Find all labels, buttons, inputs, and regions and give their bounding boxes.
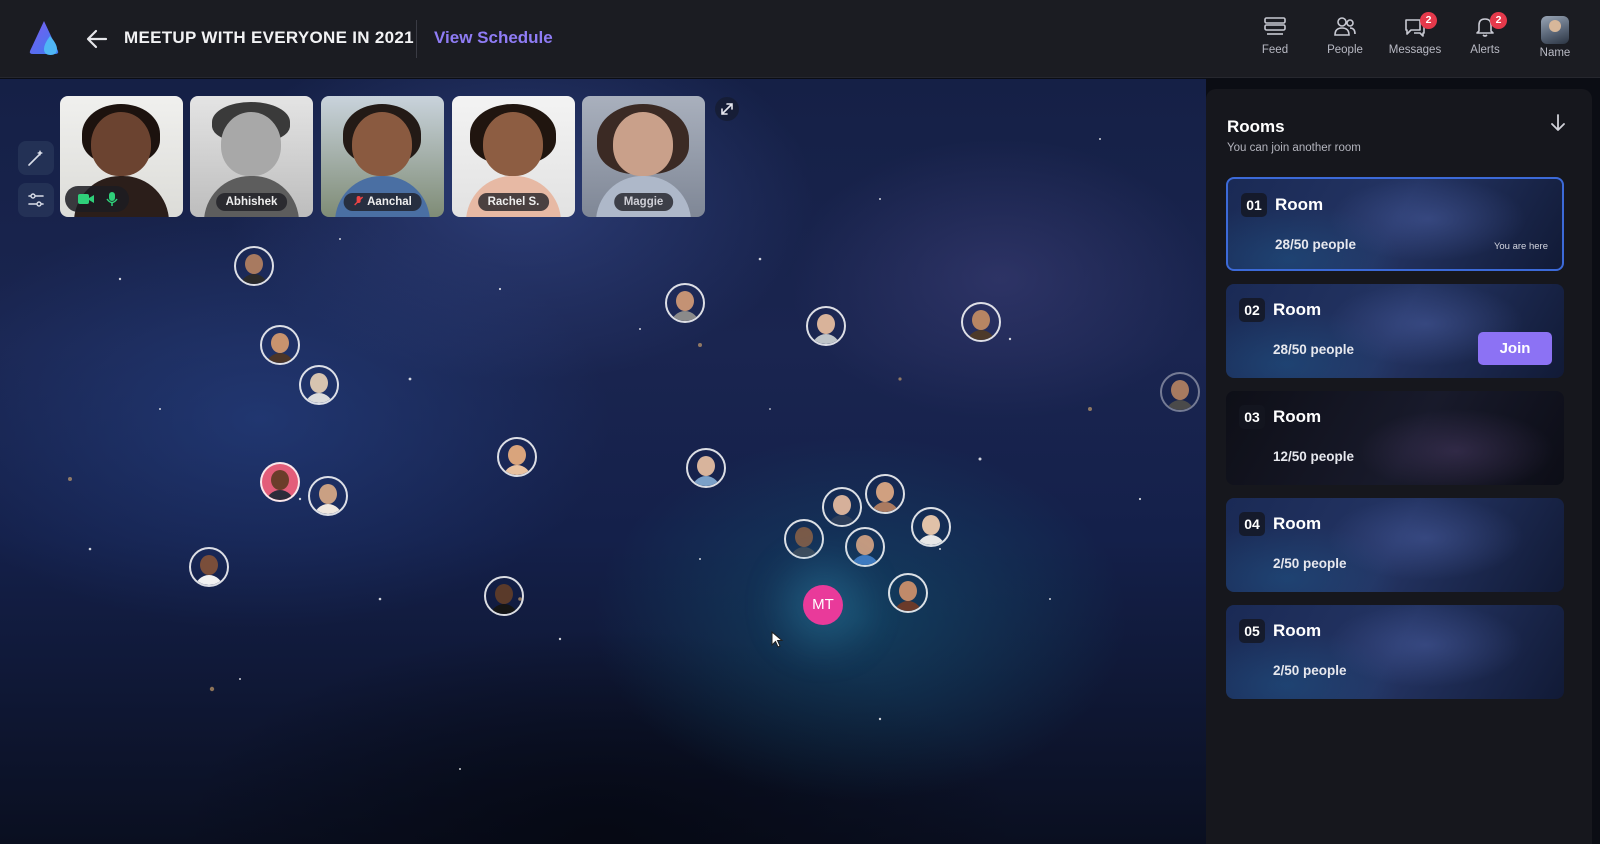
participant-name-muted: Aanchal xyxy=(343,193,422,211)
side-toolbar xyxy=(18,141,54,225)
video-camera-icon[interactable] xyxy=(77,192,95,206)
participant-avatar[interactable] xyxy=(308,476,348,516)
participant-avatar[interactable] xyxy=(686,448,726,488)
nav-feed-label: Feed xyxy=(1261,44,1289,56)
microphone-icon[interactable] xyxy=(105,191,118,207)
panel-subtitle: You can join another room xyxy=(1227,142,1361,154)
participant-name: Rachel S. xyxy=(477,193,550,211)
participant-name: Aanchal xyxy=(367,196,412,208)
participant-avatar[interactable] xyxy=(484,576,524,616)
participant-avatar[interactable] xyxy=(845,527,885,567)
room-name: Room xyxy=(1273,300,1322,319)
nav-alerts[interactable]: 2 Alerts xyxy=(1450,12,1520,66)
nav-messages[interactable]: 2 Messages xyxy=(1380,12,1450,66)
nav-profile[interactable]: Name xyxy=(1520,16,1590,66)
room-number: 03 xyxy=(1239,405,1265,429)
nav-messages-label: Messages xyxy=(1388,44,1442,56)
media-controls xyxy=(65,186,129,212)
participant-avatar[interactable] xyxy=(911,507,951,547)
expand-icon[interactable] xyxy=(714,96,740,122)
join-button[interactable]: Join xyxy=(1478,332,1552,365)
room-number: 01 xyxy=(1241,193,1267,217)
video-tile-aanchal[interactable]: Aanchal xyxy=(321,96,444,217)
room-card-03[interactable]: 03 Room 12/50 people xyxy=(1226,391,1564,485)
my-avatar[interactable]: MT xyxy=(803,585,843,625)
messages-badge: 2 xyxy=(1420,12,1437,29)
room-status: You are here xyxy=(1493,241,1548,252)
participant-avatar[interactable] xyxy=(1160,372,1200,412)
panel-title: Rooms xyxy=(1227,117,1285,136)
settings-button[interactable] xyxy=(18,183,54,217)
room-count: 12/50 people xyxy=(1273,449,1355,464)
room-name: Room xyxy=(1273,407,1322,426)
video-tile-maggie[interactable]: Maggie xyxy=(582,96,705,217)
alerts-badge: 2 xyxy=(1490,12,1507,29)
participant-avatar[interactable] xyxy=(260,325,300,365)
room-card-01[interactable]: 01 Room 28/50 people You are here xyxy=(1226,177,1564,271)
nav-alerts-label: Alerts xyxy=(1470,44,1500,56)
effects-button[interactable] xyxy=(18,141,54,175)
event-title: MEETUP WITH EVERYONE IN 2021 xyxy=(124,28,414,47)
sliders-icon xyxy=(28,193,44,207)
mic-muted-icon xyxy=(353,196,363,206)
participant-avatar[interactable] xyxy=(961,302,1001,342)
room-name: Room xyxy=(1273,514,1322,533)
participant-avatar[interactable] xyxy=(888,573,928,613)
participant-name: Abhishek xyxy=(215,193,288,211)
participant-avatar[interactable] xyxy=(822,487,862,527)
magic-wand-icon xyxy=(28,150,43,166)
room-number: 02 xyxy=(1239,298,1265,322)
participant-avatar[interactable] xyxy=(497,437,537,477)
participant-avatar[interactable] xyxy=(234,246,274,286)
people-icon xyxy=(1334,17,1356,36)
room-name: Room xyxy=(1273,621,1322,640)
room-count: 28/50 people xyxy=(1275,237,1357,252)
arrow-left-icon[interactable] xyxy=(84,26,110,52)
video-tile-rachel[interactable]: Rachel S. xyxy=(452,96,575,217)
participant-avatar[interactable] xyxy=(299,365,339,405)
avatar xyxy=(1541,16,1569,44)
room-card-05[interactable]: 05 Room 2/50 people xyxy=(1226,605,1564,699)
feed-icon xyxy=(1264,17,1286,35)
room-number: 05 xyxy=(1239,619,1265,643)
participant-avatar[interactable] xyxy=(260,462,300,502)
header-divider xyxy=(416,20,417,58)
room-card-04[interactable]: 04 Room 2/50 people xyxy=(1226,498,1564,592)
room-number: 04 xyxy=(1239,512,1265,536)
room-count: 2/50 people xyxy=(1273,663,1347,678)
room-name: Room xyxy=(1275,195,1324,214)
view-schedule-link[interactable]: View Schedule xyxy=(434,28,553,48)
cursor-icon xyxy=(771,631,784,648)
participant-avatar[interactable] xyxy=(865,474,905,514)
participant-avatar[interactable] xyxy=(665,283,705,323)
video-tile-abhishek[interactable]: Abhishek xyxy=(190,96,313,217)
nav-people-label: People xyxy=(1327,44,1363,56)
participant-name: Maggie xyxy=(613,193,674,211)
nav-profile-label: Name xyxy=(1539,47,1571,59)
nav-people[interactable]: People xyxy=(1310,16,1380,66)
nav-feed[interactable]: Feed xyxy=(1240,16,1310,66)
room-count: 28/50 people xyxy=(1273,342,1355,357)
arrow-down-icon[interactable] xyxy=(1546,111,1570,135)
app-logo-icon[interactable] xyxy=(24,18,64,58)
participant-avatar[interactable] xyxy=(806,306,846,346)
participant-avatar[interactable] xyxy=(189,547,229,587)
room-count: 2/50 people xyxy=(1273,556,1347,571)
space-canvas[interactable]: Abhishek Aanchal Rachel S. Maggie MT xyxy=(0,79,1206,844)
participant-avatar[interactable] xyxy=(784,519,824,559)
room-card-02[interactable]: 02 Room 28/50 people Join xyxy=(1226,284,1564,378)
top-bar: MEETUP WITH EVERYONE IN 2021 View Schedu… xyxy=(0,0,1600,78)
rooms-panel: Rooms You can join another room 01 Room … xyxy=(1206,89,1592,844)
video-tile-self[interactable] xyxy=(60,96,183,217)
